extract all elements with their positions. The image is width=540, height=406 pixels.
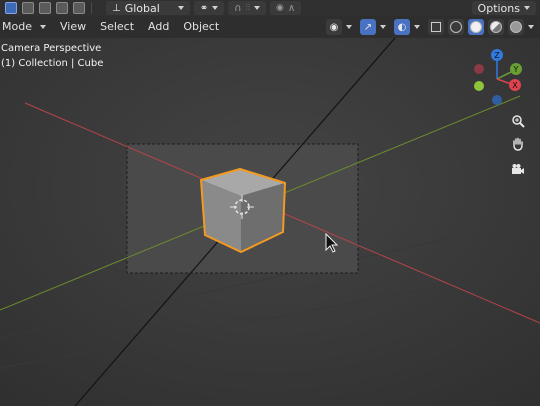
- chevron-down-icon: [177, 6, 184, 10]
- material-preview-shading-icon[interactable]: [488, 19, 504, 35]
- proportional-editing-toggle[interactable]: ◉ ∧: [270, 1, 302, 15]
- proportional-editing-icon: ◉: [276, 3, 284, 13]
- chevron-down-icon: [524, 6, 530, 10]
- options-label: Options: [477, 1, 520, 15]
- gizmo-neg-y-icon[interactable]: [474, 81, 484, 91]
- select-subtract-icon[interactable]: [39, 2, 51, 14]
- select-intersect-icon[interactable]: [73, 2, 85, 14]
- falloff-curve-icon: ∧: [287, 2, 296, 14]
- orientation-axes-icon: ⊥: [112, 2, 121, 14]
- viewport-scene: Z Y X: [0, 38, 540, 406]
- select-extend-icon[interactable]: [22, 2, 34, 14]
- options-dropdown[interactable]: Options: [471, 1, 536, 15]
- chevron-down-icon[interactable]: [346, 25, 352, 29]
- pan-hand-icon[interactable]: [510, 136, 526, 152]
- chevron-down-icon[interactable]: [414, 25, 420, 29]
- solid-shading-icon[interactable]: [468, 19, 484, 35]
- mode-label: Mode: [2, 20, 32, 33]
- tool-settings-bar: ⊥ Global ⚭ ∩ ⫶⫶ ◉ ∧ Options: [0, 0, 540, 16]
- select-box-mode-icon[interactable]: [5, 2, 17, 14]
- chevron-down-icon: [212, 6, 219, 10]
- menu-select[interactable]: Select: [93, 16, 141, 38]
- overlays-toggle-icon[interactable]: ◐: [394, 19, 410, 35]
- snap-toggle[interactable]: ∩ ⫶⫶: [228, 1, 267, 15]
- 3d-viewport[interactable]: Z Y X Camera Perspective (1) Collection …: [0, 38, 540, 406]
- rendered-shading-icon[interactable]: [508, 19, 524, 35]
- gizmo-y-label: Y: [513, 65, 519, 74]
- mode-dropdown[interactable]: Mode: [0, 16, 53, 38]
- camera-view-icon[interactable]: [510, 162, 526, 178]
- collection-info: (1) Collection | Cube: [1, 58, 104, 69]
- view-name: Camera Perspective: [1, 43, 102, 54]
- zoom-icon[interactable]: [510, 113, 526, 129]
- pivot-point-icon: ⚭: [199, 2, 209, 14]
- menu-add[interactable]: Add: [141, 16, 176, 38]
- visibility-eye-icon[interactable]: ◉: [326, 19, 342, 35]
- snap-increment-icon: ⫶⫶: [245, 3, 251, 13]
- select-invert-icon[interactable]: [56, 2, 68, 14]
- chevron-down-icon[interactable]: [380, 25, 386, 29]
- header-right-controls: ◉ ↗ ◐: [326, 19, 534, 35]
- menu-object[interactable]: Object: [176, 16, 226, 38]
- transform-orientation-dropdown[interactable]: ⊥ Global: [106, 1, 190, 15]
- pivot-point-dropdown[interactable]: ⚭: [193, 1, 225, 15]
- chevron-down-icon[interactable]: [528, 25, 534, 29]
- gizmo-neg-z-icon[interactable]: [492, 95, 502, 105]
- magnet-icon: ∩: [234, 2, 242, 14]
- transform-orientation-value: Global: [124, 1, 160, 15]
- gizmo-x-label: X: [512, 81, 518, 90]
- chevron-down-icon: [254, 6, 261, 10]
- gizmo-z-label: Z: [494, 51, 500, 60]
- menu-view[interactable]: View: [53, 16, 93, 38]
- gizmo-toggle-icon[interactable]: ↗: [360, 19, 376, 35]
- viewport-header: Mode View Select Add Object ◉ ↗ ◐: [0, 16, 540, 38]
- gizmo-neg-x-icon[interactable]: [474, 64, 484, 74]
- xray-toggle-icon[interactable]: [428, 19, 444, 35]
- wireframe-shading-icon[interactable]: [448, 19, 464, 35]
- toolbar-separator: [91, 2, 92, 14]
- chevron-down-icon: [39, 25, 46, 29]
